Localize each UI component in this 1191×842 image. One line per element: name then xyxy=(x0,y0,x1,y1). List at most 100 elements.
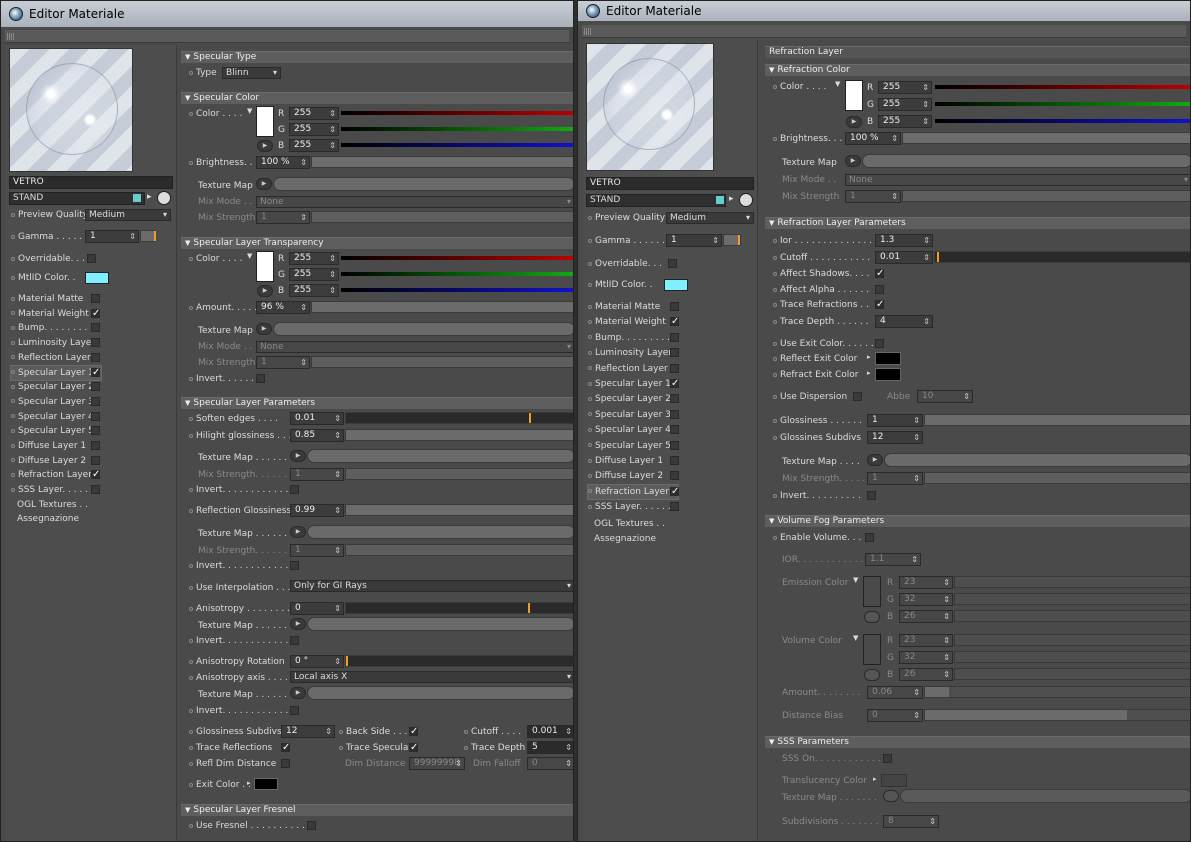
animate-dot-icon[interactable] xyxy=(773,372,777,377)
color-dropdown-icon[interactable]: ▼ xyxy=(247,252,252,260)
animate-dot-icon[interactable] xyxy=(11,275,15,280)
translucency-swatch[interactable] xyxy=(881,774,907,787)
overridable-checkbox[interactable] xyxy=(87,254,96,263)
color-dropdown-icon[interactable]: ▼ xyxy=(835,80,840,88)
assegnazione-item[interactable]: Assegnazione xyxy=(17,512,79,526)
animate-dot-icon[interactable] xyxy=(11,487,15,492)
texture-play-button[interactable]: ▶ xyxy=(256,178,272,190)
animate-dot-icon[interactable] xyxy=(588,489,592,494)
g-slider[interactable] xyxy=(341,272,573,276)
layer-enable-checkbox[interactable]: ✓ xyxy=(670,486,679,496)
animate-dot-icon[interactable] xyxy=(773,394,777,399)
color-mode-button[interactable]: ▶ xyxy=(257,140,273,152)
layer-item[interactable]: Specular Layer 2 xyxy=(588,392,678,406)
b-slider[interactable] xyxy=(935,119,1190,123)
animate-dot-icon[interactable] xyxy=(773,319,777,324)
layer-enable-checkbox[interactable] xyxy=(670,440,679,450)
g-slider[interactable] xyxy=(935,102,1190,106)
animate-dot-icon[interactable] xyxy=(11,311,15,316)
layer-enable-checkbox[interactable] xyxy=(670,332,679,342)
gamma-input[interactable]: 1 xyxy=(666,234,722,247)
animate-dot-icon[interactable] xyxy=(189,376,193,381)
animate-dot-icon[interactable] xyxy=(11,370,15,374)
layer-enable-checkbox[interactable] xyxy=(670,394,679,404)
texture-play-button[interactable]: ▶ xyxy=(290,687,306,699)
mix-strength-slider[interactable] xyxy=(345,544,573,556)
specular-fresnel-section[interactable]: ▼ Specular Layer Fresnel xyxy=(181,804,573,816)
animate-dot-icon[interactable] xyxy=(11,384,15,389)
toolbar-grip[interactable] xyxy=(5,30,569,43)
animate-dot-icon[interactable] xyxy=(588,261,592,266)
animate-dot-icon[interactable] xyxy=(588,304,592,309)
specular-color-swatch[interactable] xyxy=(256,106,274,137)
material-name-field[interactable]: VETRO xyxy=(9,176,173,189)
gloss-input[interactable]: 1 xyxy=(867,414,923,427)
layer-item[interactable]: Refraction Layer xyxy=(587,483,679,500)
exit-color-swatch[interactable] xyxy=(254,778,278,790)
animate-dot-icon[interactable] xyxy=(11,458,15,463)
cutoff-input[interactable]: 0.001 xyxy=(527,725,573,738)
invert-checkbox[interactable] xyxy=(290,706,299,715)
dim-falloff-input[interactable]: 0 xyxy=(527,757,573,770)
material-preview[interactable] xyxy=(9,48,133,172)
refraction-params-section[interactable]: ▼ Refraction Layer Parameters xyxy=(765,217,1190,229)
refraction-color-swatch[interactable] xyxy=(845,80,863,111)
invert-checkbox[interactable] xyxy=(290,636,299,645)
animate-dot-icon[interactable] xyxy=(588,412,592,417)
eb-slider[interactable] xyxy=(954,610,1190,622)
r-input[interactable]: 255 xyxy=(289,107,339,120)
color-mode-button[interactable] xyxy=(864,611,880,623)
reflect-exit-swatch[interactable] xyxy=(875,352,901,365)
b-input[interactable]: 255 xyxy=(289,139,339,152)
refl-gloss-slider[interactable] xyxy=(345,504,573,516)
b-input[interactable]: 255 xyxy=(878,115,932,128)
layer-enable-checkbox[interactable] xyxy=(670,302,679,311)
preview-quality-select[interactable]: Medium xyxy=(85,209,171,221)
mix-strength-input[interactable]: 1 xyxy=(256,211,310,224)
layer-enable-checkbox[interactable]: ✓ xyxy=(670,379,679,389)
overridable-checkbox[interactable] xyxy=(668,259,677,268)
affect-alpha-checkbox[interactable] xyxy=(875,285,884,294)
layer-item[interactable]: Diffuse Layer 1 xyxy=(588,454,678,468)
animate-dot-icon[interactable] xyxy=(773,136,777,141)
specular-transparency-section[interactable]: ▼ Specular Layer Transparency xyxy=(181,237,573,249)
refract-exit-swatch[interactable] xyxy=(875,368,901,381)
animate-dot-icon[interactable] xyxy=(588,282,592,287)
use-disp-checkbox[interactable] xyxy=(853,392,862,401)
color-dropdown-icon[interactable]: ▼ xyxy=(853,634,858,642)
assegnazione-item[interactable]: Assegnazione xyxy=(594,532,656,546)
animate-dot-icon[interactable] xyxy=(464,729,468,734)
hilight-input[interactable]: 0.85 xyxy=(290,429,344,442)
arrow-icon[interactable]: ▸ xyxy=(247,779,251,787)
back-side-checkbox[interactable]: ✓ xyxy=(409,727,418,737)
layer-item[interactable]: Specular Layer 2 xyxy=(11,380,101,394)
trace-depth-input[interactable]: 5 xyxy=(527,741,573,754)
invert-checkbox[interactable] xyxy=(290,561,299,570)
color-mode-button[interactable] xyxy=(864,669,880,681)
animate-dot-icon[interactable] xyxy=(773,435,777,440)
layer-item[interactable]: Specular Layer 4 xyxy=(588,423,678,437)
animate-dot-icon[interactable] xyxy=(189,433,193,438)
dist-bias-slider[interactable] xyxy=(924,709,1190,721)
animate-dot-icon[interactable] xyxy=(588,458,592,463)
animate-dot-icon[interactable] xyxy=(11,212,15,217)
texture-map-slot[interactable] xyxy=(307,449,573,463)
title-bar[interactable]: Editor Materiale xyxy=(578,1,1190,21)
trace-depth-input[interactable]: 4 xyxy=(875,315,933,328)
animate-dot-icon[interactable] xyxy=(588,215,592,220)
arrow-icon[interactable]: ▸ xyxy=(729,194,734,204)
animate-dot-icon[interactable] xyxy=(464,745,468,750)
mtlid-color-swatch[interactable] xyxy=(85,272,109,284)
layer-enable-checkbox[interactable] xyxy=(670,471,679,481)
specular-type-section[interactable]: ▼ Specular Type xyxy=(181,51,573,63)
subdivs-input[interactable]: 8 xyxy=(883,815,939,828)
vr-slider[interactable] xyxy=(954,634,1190,646)
dim-dist-input[interactable]: 99999998 xyxy=(409,757,465,770)
animate-dot-icon[interactable] xyxy=(189,761,193,766)
animate-dot-icon[interactable] xyxy=(189,487,193,492)
texture-play-button[interactable]: ▶ xyxy=(290,526,306,538)
title-bar[interactable]: Editor Materiale xyxy=(1,1,573,27)
animate-dot-icon[interactable] xyxy=(189,585,193,590)
animate-dot-icon[interactable] xyxy=(11,234,15,239)
er-slider[interactable] xyxy=(954,576,1190,588)
